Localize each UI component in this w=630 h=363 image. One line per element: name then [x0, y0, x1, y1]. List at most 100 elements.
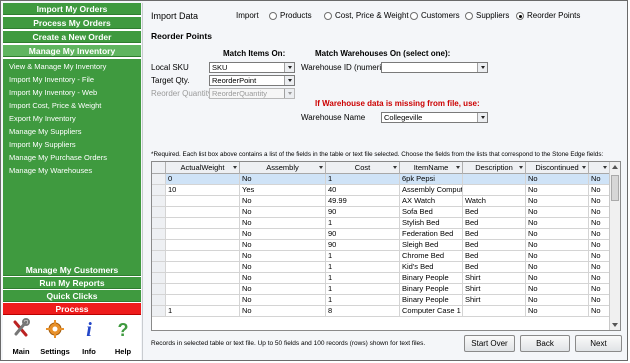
next-button[interactable]: Next	[575, 335, 622, 352]
table-cell[interactable]: Chrome Bed	[400, 251, 463, 262]
main-button[interactable]: Main	[5, 316, 37, 360]
table-cell[interactable]: Computer Case 1	[400, 306, 463, 317]
table-cell[interactable]	[166, 229, 240, 240]
table-cell[interactable]: No	[589, 295, 610, 306]
row-selector[interactable]	[152, 284, 166, 295]
table-cell[interactable]: Shirt	[463, 284, 526, 295]
table-cell[interactable]: No	[526, 196, 589, 207]
table-cell[interactable]: AX Watch	[400, 196, 463, 207]
row-selector[interactable]	[152, 174, 166, 185]
table-cell[interactable]: No	[589, 229, 610, 240]
records-grid[interactable]: ActualWeight Assembly Cost ItemName Desc…	[151, 161, 621, 331]
table-cell[interactable]	[463, 185, 526, 196]
table-cell[interactable]: No	[589, 240, 610, 251]
table-cell[interactable]	[463, 306, 526, 317]
scroll-up-icon[interactable]	[612, 165, 618, 169]
submenu-view-manage-inventory[interactable]: View & Manage My Inventory	[9, 62, 106, 71]
row-selector[interactable]	[152, 196, 166, 207]
scroll-thumb[interactable]	[611, 175, 619, 201]
table-cell[interactable]: 1	[326, 273, 400, 284]
nav-manage-customers[interactable]: Manage My Customers	[3, 264, 141, 276]
table-cell[interactable]: No	[589, 273, 610, 284]
table-row[interactable]: 10 Yes 40 Assembly Compute No No	[152, 185, 610, 196]
table-cell[interactable]: 90	[326, 240, 400, 251]
table-row[interactable]: No 90 Sofa Bed Bed No No	[152, 207, 610, 218]
table-cell[interactable]	[166, 240, 240, 251]
table-cell[interactable]: No	[589, 174, 610, 185]
table-row[interactable]: No 1 Binary People Shirt No No	[152, 284, 610, 295]
submenu-import-inventory-web[interactable]: Import My Inventory - Web	[9, 88, 97, 97]
submenu-export-inventory[interactable]: Export My Inventory	[9, 114, 76, 123]
column-header-itemname[interactable]: ItemName	[400, 162, 463, 174]
row-selector[interactable]	[152, 306, 166, 317]
table-cell[interactable]: No	[240, 306, 326, 317]
table-cell[interactable]: No	[526, 174, 589, 185]
radio-customers[interactable]	[410, 12, 418, 20]
table-cell[interactable]: Binary People	[400, 273, 463, 284]
back-button[interactable]: Back	[520, 335, 570, 352]
table-cell[interactable]: No	[240, 284, 326, 295]
table-cell[interactable]: No	[589, 262, 610, 273]
row-selector[interactable]	[152, 295, 166, 306]
submenu-manage-suppliers[interactable]: Manage My Suppliers	[9, 127, 82, 136]
column-header-assembly[interactable]: Assembly	[240, 162, 326, 174]
table-cell[interactable]: 6pk Pepsi	[400, 174, 463, 185]
column-header-actualweight[interactable]: ActualWeight	[166, 162, 240, 174]
table-cell[interactable]: No	[240, 240, 326, 251]
table-cell[interactable]	[166, 295, 240, 306]
table-cell[interactable]: No	[589, 251, 610, 262]
vertical-scrollbar[interactable]	[609, 162, 620, 330]
table-row[interactable]: 1 No 8 Computer Case 1 No No	[152, 306, 610, 317]
table-cell[interactable]: Bed	[463, 240, 526, 251]
help-button[interactable]: ? Help	[107, 316, 139, 360]
table-row[interactable]: No 49.99 AX Watch Watch No No	[152, 196, 610, 207]
target-qty-select[interactable]: ReorderPoint	[209, 75, 295, 86]
table-cell[interactable]: Kid's Bed	[400, 262, 463, 273]
table-cell[interactable]: Sofa Bed	[400, 207, 463, 218]
local-sku-select[interactable]: SKU	[209, 62, 295, 73]
table-cell[interactable]: 90	[326, 207, 400, 218]
submenu-manage-warehouses[interactable]: Manage My Warehouses	[9, 166, 92, 175]
table-cell[interactable]	[166, 251, 240, 262]
table-cell[interactable]	[166, 196, 240, 207]
table-cell[interactable]: No	[589, 306, 610, 317]
nav-quick-clicks[interactable]: Quick Clicks	[3, 290, 141, 302]
radio-suppliers[interactable]	[465, 12, 473, 20]
table-cell[interactable]: Bed	[463, 218, 526, 229]
warehouse-name-select[interactable]: Collegeville	[381, 112, 488, 123]
nav-process-orders[interactable]: Process My Orders	[3, 17, 141, 29]
table-cell[interactable]: No	[526, 240, 589, 251]
table-cell[interactable]: No	[526, 207, 589, 218]
table-cell[interactable]: Federation Bed	[400, 229, 463, 240]
nav-import-orders[interactable]: Import My Orders	[3, 3, 141, 15]
table-row[interactable]: No 1 Binary People Shirt No No	[152, 295, 610, 306]
table-cell[interactable]	[463, 174, 526, 185]
column-header-description[interactable]: Description	[463, 162, 526, 174]
table-row[interactable]: No 1 Stylish Bed Bed No No	[152, 218, 610, 229]
table-cell[interactable]: Shirt	[463, 295, 526, 306]
table-cell[interactable]: No	[240, 196, 326, 207]
nav-manage-inventory[interactable]: Manage My Inventory	[3, 45, 141, 57]
table-cell[interactable]: 49.99	[326, 196, 400, 207]
table-cell[interactable]	[166, 284, 240, 295]
table-cell[interactable]: No	[526, 251, 589, 262]
table-cell[interactable]: 0	[166, 174, 240, 185]
table-cell[interactable]: 1	[326, 218, 400, 229]
table-cell[interactable]: No	[589, 207, 610, 218]
row-selector[interactable]	[152, 185, 166, 196]
nav-run-reports[interactable]: Run My Reports	[3, 277, 141, 289]
table-cell[interactable]: 40	[326, 185, 400, 196]
table-cell[interactable]: Bed	[463, 262, 526, 273]
row-selector[interactable]	[152, 229, 166, 240]
table-cell[interactable]: Bed	[463, 229, 526, 240]
table-cell[interactable]	[166, 218, 240, 229]
row-selector[interactable]	[152, 240, 166, 251]
table-cell[interactable]: 90	[326, 229, 400, 240]
row-selector[interactable]	[152, 207, 166, 218]
column-header-extra[interactable]	[589, 162, 610, 174]
table-cell[interactable]: 8	[326, 306, 400, 317]
table-cell[interactable]: No	[240, 207, 326, 218]
row-selector[interactable]	[152, 251, 166, 262]
table-cell[interactable]: No	[589, 284, 610, 295]
table-cell[interactable]: No	[589, 196, 610, 207]
